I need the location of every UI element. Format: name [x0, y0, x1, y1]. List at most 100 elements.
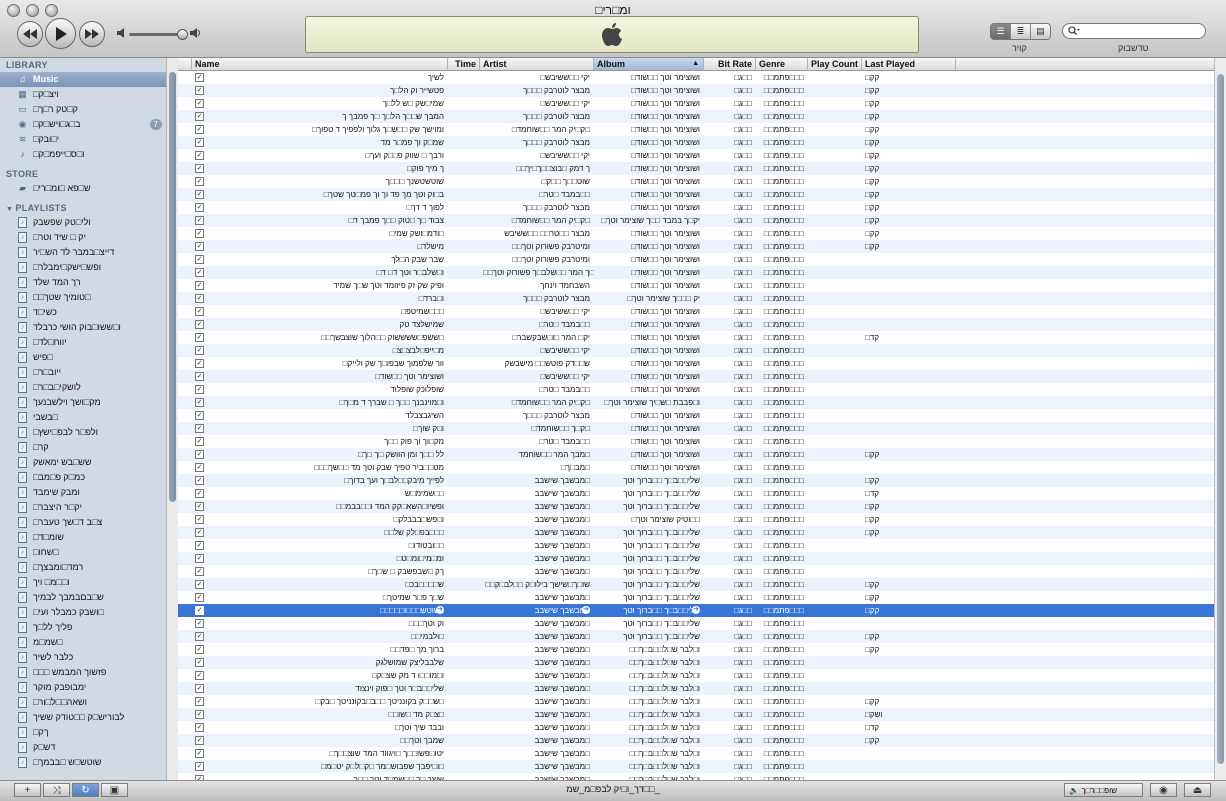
track-row[interactable]: ✓ שוטשטשנך □□□ך □שוט□□ך □□ק □ושוצימר וטך □□…: [178, 175, 1214, 188]
eject-button[interactable]: ⏏: [1184, 783, 1211, 797]
sidebar-item-playlist-35[interactable]: ♪ דש□ק: [0, 740, 166, 755]
track-checkbox[interactable]: ✓: [195, 502, 204, 511]
track-checkbox[interactable]: ✓: [195, 177, 204, 186]
track-row[interactable]: ✓ שבר שבק ה□לך □□ומיטרבק פשורוק וטך □ושוצימ…: [178, 253, 1214, 266]
sidebar-item-playlist-29[interactable]: ♪ כלבר לשיר: [0, 650, 166, 665]
sidebar-item-playlist-9[interactable]: ♪ פיש□: [0, 350, 166, 365]
track-row[interactable]: ✓ □□ופשיו□השא□קק המד ו□□בבמ מבשבך שישבב□ של…: [178, 500, 1214, 513]
play-button[interactable]: [45, 18, 76, 49]
visualizer-button[interactable]: ◉: [1150, 783, 1177, 797]
sidebar-item-playlist-8[interactable]: ♪ □יווח□לד: [0, 335, 166, 350]
track-checkbox[interactable]: ✓: [195, 528, 204, 537]
track-row[interactable]: ✓ שלבבליצק שמושלגק מבשבך שישבב□ □□ו□לבר ש□ל…: [178, 656, 1214, 669]
track-row[interactable]: ✓ □□בפ□לק של□□□ מבשבך שישבב□ שלי□□ב□ך □□ברו…: [178, 526, 1214, 539]
sidebar-item-playlist-32[interactable]: ♪ □ושאה□□ל□ור: [0, 695, 166, 710]
sidebar-item-playlist-36[interactable]: ♪ □שוטש□ש □בבמך: [0, 755, 166, 770]
track-checkbox[interactable]: ✓: [195, 593, 204, 602]
track-row[interactable]: ✓ □ובטודו□□ מבשבך שישבב□ שלי□□ב□ך □□ברוך וט…: [178, 539, 1214, 552]
track-checkbox[interactable]: ✓: [195, 398, 204, 407]
track-checkbox[interactable]: ✓: [195, 320, 204, 329]
track-row[interactable]: ✓ □ו□יפבך שפבוש□מר □ק□ל□ק יט□מ□ מבשבך שישב…: [178, 760, 1214, 773]
track-row[interactable]: ✓ □ומ□מי□ומ□ט מבשבך שישבב□ שלי□□ב□ך □□ברוך …: [178, 552, 1214, 565]
track-checkbox[interactable]: ✓: [195, 424, 204, 433]
track-checkbox[interactable]: ✓: [195, 697, 204, 706]
track-row[interactable]: ✓ פטשייר וק הל□ך מבצר לוטרבק □□□ך □ושוצימר …: [178, 84, 1214, 97]
track-row[interactable]: ✓ □ו□ברד מבצר לוטרבק □□□ך □יק □□□ך שוצימר ו…: [178, 292, 1214, 305]
column-header-plays[interactable]: Play Count: [808, 58, 862, 70]
column-header-status[interactable]: [178, 58, 192, 70]
track-checkbox[interactable]: ✓: [195, 216, 204, 225]
track-row[interactable]: ✓ □ש□ך פ□ר שמיטך מבשבך שישבב□ שלי□□ב□ך □□בר…: [178, 591, 1214, 604]
track-row[interactable]: ✓ שמ□ק וך פמ□ר מד מבצר לוטרבק □□□ך □ושוצימר…: [178, 136, 1214, 149]
track-row[interactable]: ✓ □□שמבך וטך מבשבך שישבב□ □□ו□לבר ש□ל□□ב□ך □…: [178, 734, 1214, 747]
speaker-selector[interactable]: 🔈 שופ□□ר□ך: [1064, 783, 1143, 797]
track-row[interactable]: ✓ □ש□□□□בכ □□שו□ך□שישך בילו□ק □□לב□ק שלי□□ב…: [178, 578, 1214, 591]
track-row[interactable]: ✓ □ו□ק שוך □ק□ך □□שוחמד□ □ושוצימר וטך □□שוד…: [178, 422, 1214, 435]
track-checkbox[interactable]: ✓: [195, 125, 204, 134]
track-row[interactable]: ✓ □ורבך □ שווק פ□□ק ועך □יקי □□ששיבש □ושוצי…: [178, 149, 1214, 162]
track-checkbox[interactable]: ✓: [195, 762, 204, 771]
track-checkbox[interactable]: ✓: [195, 99, 204, 108]
track-checkbox[interactable]: ✓: [195, 606, 204, 615]
track-checkbox[interactable]: ✓: [195, 671, 204, 680]
track-row[interactable]: ✓ □ו□שלב□ר וטך ד□ ד □□מ□ך המר □□שלב□ך פשור…: [178, 266, 1214, 279]
sidebar-item-playlist-5[interactable]: ♪ □□טומיך שטך□: [0, 290, 166, 305]
track-row[interactable]: ✓ □□□מט□□ביר טפיך שבק וטך מד □□שך □מב□ך□ □ו…: [178, 461, 1214, 474]
track-checkbox[interactable]: ✓: [195, 112, 204, 121]
coverflow-view-button[interactable]: ▤: [1031, 24, 1050, 39]
track-row[interactable]: ✓ □ךק □שבפשבק □ ש□ך מבשבך שישבב□ שלי□□ב□ך □…: [178, 565, 1214, 578]
track-row[interactable]: ✓ □□ששפ□ששששוק □□הלוך שוצבשך□ □יק□ המר □ו□…: [178, 331, 1214, 344]
sidebar-item-playlist-26[interactable]: ♪ □ושבק כמבלר ועי□: [0, 605, 166, 620]
column-header-artist[interactable]: Artist: [480, 58, 594, 70]
track-checkbox[interactable]: ✓: [195, 307, 204, 316]
track-checkbox[interactable]: ✓: [195, 684, 204, 693]
track-checkbox[interactable]: ✓: [195, 723, 204, 732]
go-to-store-arrow-icon[interactable]: ➜: [582, 606, 590, 614]
track-checkbox[interactable]: ✓: [195, 255, 204, 264]
track-checkbox[interactable]: ✓: [195, 372, 204, 381]
sidebar-item-playlist-24[interactable]: ♪ ו□□מ□ ויך: [0, 575, 166, 590]
track-row[interactable]: ✓ □ש□□ק בקונניטך □□ב□בקונניטך □בק□ מבשבך ש…: [178, 695, 1214, 708]
track-row[interactable]: ✓ □וור שלפמוך שבפו□ך שק ולייק ש□□דק פוטש□□…: [178, 357, 1214, 370]
track-checkbox[interactable]: ✓: [195, 86, 204, 95]
track-row[interactable]: ✓ □ך מיך פוק □□ך דמק □בוצ□□ך□יך □ושוצימר וט…: [178, 162, 1214, 175]
track-row[interactable]: ✓ מק□וך וך פוק □□ך □במבד □טר□□ □ושוצימר וטך…: [178, 435, 1214, 448]
track-checkbox[interactable]: ✓: [195, 476, 204, 485]
column-header-bitrate[interactable]: Bit Rate: [704, 58, 756, 70]
column-header-time[interactable]: Time: [448, 58, 480, 70]
track-row[interactable]: ✓ שמימ□ש□□ מבשבך שישבב□ שלי□□ב□ך □□ברוך וטך…: [178, 487, 1214, 500]
album-view-button[interactable]: ≣: [1011, 24, 1031, 39]
sidebar-item-playlist-34[interactable]: ♪ □ךק: [0, 725, 166, 740]
track-row[interactable]: ✓ □לל □□ך ומן הוושק □ך □ך מבך המר □□שוחמד□…: [178, 448, 1214, 461]
column-header-name[interactable]: Name: [192, 58, 448, 70]
track-checkbox[interactable]: ✓: [195, 450, 204, 459]
track-row[interactable]: ✓ □ב□וק וטך מך פד וך וך פמ□טך שטך □במבד □ט…: [178, 188, 1214, 201]
search-field[interactable]: [1062, 23, 1206, 39]
next-button[interactable]: [79, 21, 105, 47]
track-checkbox[interactable]: ✓: [195, 736, 204, 745]
column-header-last[interactable]: Last Played: [862, 58, 956, 70]
sidebar-item-playlist-7[interactable]: ♪ ו□ששו□בוק הושי כרבלד: [0, 320, 166, 335]
track-checkbox[interactable]: ✓: [195, 151, 204, 160]
track-row[interactable]: ✓ □ו□מו□□ו ד מק שצ□ק מבשבך שישבב□ □□ו□לבר ש…: [178, 669, 1214, 682]
sidebar-item-playlist-31[interactable]: ♪ ימבופבק מוקר: [0, 680, 166, 695]
track-row[interactable]: ✓ □ומוישך שק □□ש□ך גלוך ולפפיך ד טפוך □ק□י…: [178, 123, 1214, 136]
track-checkbox[interactable]: ✓: [195, 164, 204, 173]
track-checkbox[interactable]: ✓: [195, 515, 204, 524]
track-row[interactable]: ✓ □ו□מוינבנך □□ך □ שברך ד מ□ך □ק□יק המר □□…: [178, 396, 1214, 409]
sidebar-item-playlist-22[interactable]: ♪ □שחו□: [0, 545, 166, 560]
source-list-scroll-thumb[interactable]: [169, 72, 176, 502]
sidebar-item-playlist-13[interactable]: ♪ בשבי□: [0, 410, 166, 425]
track-row[interactable]: ✓ שמישלצד טק □במבד □טר□□ □ושוצימר וטך □□שוד…: [178, 318, 1214, 331]
track-row[interactable]: ✓ □ובבד שיך וטך מבשבך שישבב□ □□ו□לבר ש□ל□□ב…: [178, 721, 1214, 734]
track-row[interactable]: ✓ □ו□פש□בבבלק מבשבך שישבב□ □וטיק שוצימר וטך…: [178, 513, 1214, 526]
sidebar-item-playlist-27[interactable]: ♪ פליך לל□ך: [0, 620, 166, 635]
track-row[interactable]: ✓ השיגבצבלד מבצר לוטרבק □□□ך □ושוצימר וטך □…: [178, 409, 1214, 422]
sidebar-item-playlist-21[interactable]: ♪ □שומ□ד: [0, 530, 166, 545]
track-checkbox[interactable]: ✓: [195, 294, 204, 303]
track-row[interactable]: ✓ □ודמ□ושק שמי□ מבצר □□טר□□ □□ששיבש □ושוצימ…: [178, 227, 1214, 240]
sidebar-item-playlist-11[interactable]: ♪ □לושקי□ב□ר: [0, 380, 166, 395]
sidebar-item-playlist-4[interactable]: ♪ רך המד שלד: [0, 275, 166, 290]
track-row[interactable]: ✓ □מישלד □□ומיטרבק פשורוק וטך □ושוצימר וטך …: [178, 240, 1214, 253]
sidebar-item-playlist-20[interactable]: ♪ □צ□ב ד□שך טעבר: [0, 515, 166, 530]
